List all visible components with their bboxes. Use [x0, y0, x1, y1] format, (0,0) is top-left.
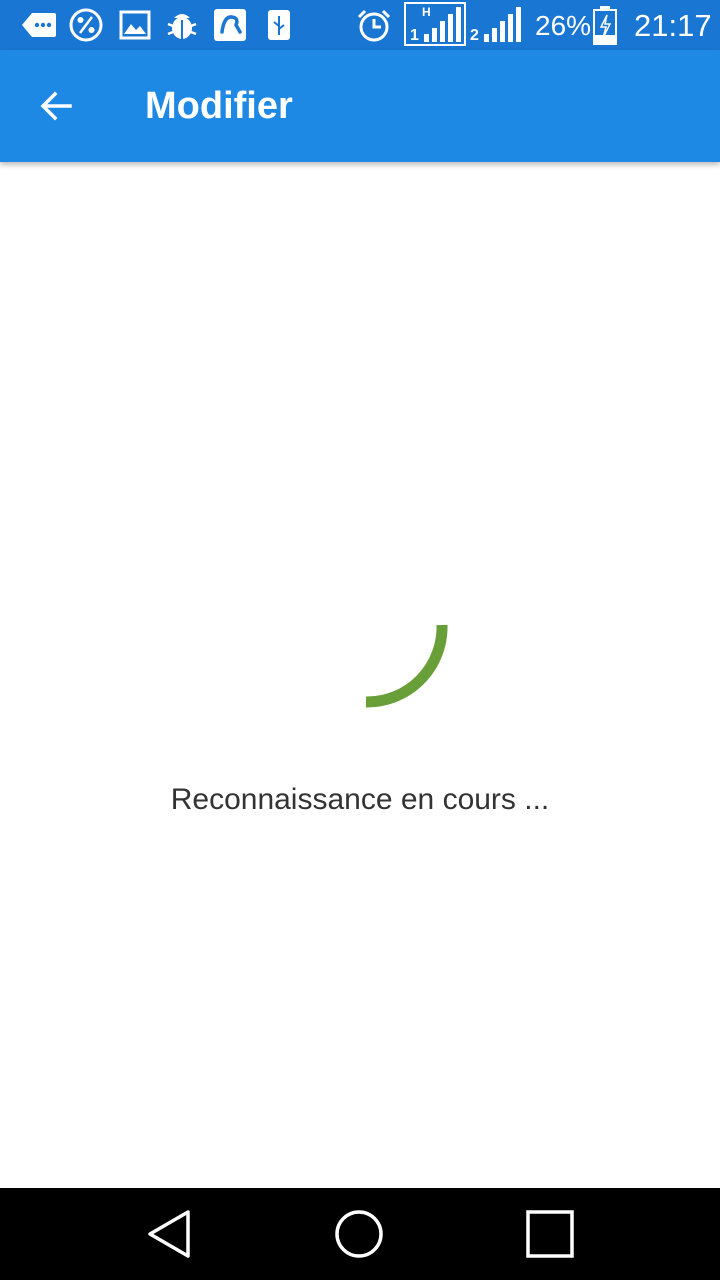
navigation-bar: [0, 1188, 720, 1280]
arrow-back-icon: [40, 91, 72, 121]
battery-percentage: 26%: [535, 10, 592, 41]
recents-square-icon: [526, 1210, 574, 1258]
nav-back-button[interactable]: [140, 1206, 200, 1262]
svg-text:2: 2: [470, 27, 479, 44]
home-circle-icon: [335, 1210, 383, 1258]
nav-recents-button[interactable]: [520, 1206, 580, 1262]
alarm-icon: [357, 9, 391, 42]
image-icon: [119, 10, 151, 40]
status-bar: H 1 2 26% 21:17: [0, 0, 720, 50]
page-title: Modifier: [145, 85, 293, 127]
loading-spinner: [365, 624, 448, 708]
battery-charging-icon: [593, 6, 617, 45]
bug-icon: [167, 14, 197, 39]
nav-home-button[interactable]: [329, 1206, 389, 1262]
app-icon: [214, 9, 246, 41]
usb-icon: [268, 10, 290, 40]
svg-text:1: 1: [410, 27, 419, 44]
app-bar: Modifier: [0, 50, 720, 162]
signal-sim2-icon: 2: [470, 7, 521, 44]
message-icon: [22, 13, 56, 37]
back-button[interactable]: [24, 76, 88, 136]
svg-text:H: H: [422, 5, 431, 19]
back-triangle-icon: [148, 1210, 190, 1258]
loading-message: Reconnaissance en cours ...: [170, 783, 550, 816]
signal-sim1-icon: H 1: [404, 2, 466, 46]
clock: 21:17: [634, 8, 712, 43]
percent-icon: [69, 8, 103, 42]
